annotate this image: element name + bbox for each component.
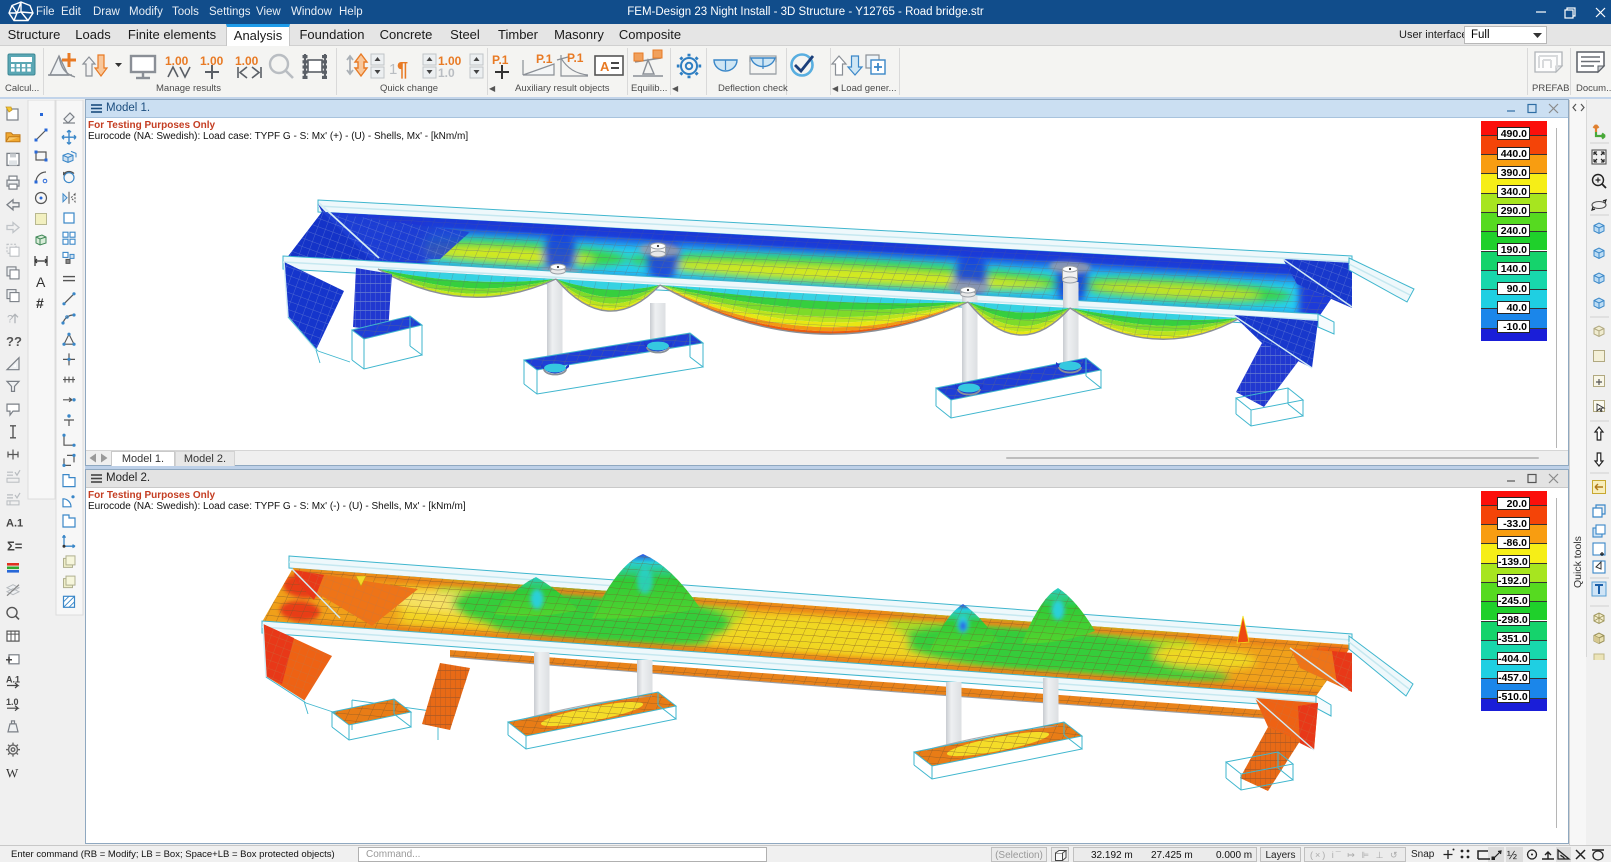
svg-text:P.1: P.1 <box>567 51 584 65</box>
svg-text:1.0: 1.0 <box>6 697 19 707</box>
svg-text:#: # <box>36 295 44 311</box>
svg-text:W: W <box>6 765 19 780</box>
svg-text:1.00: 1.00 <box>235 54 259 68</box>
svg-text:P.1: P.1 <box>536 52 553 66</box>
svg-text:A.1: A.1 <box>6 675 20 685</box>
svg-text:¶: ¶ <box>397 59 408 81</box>
svg-text:P.1: P.1 <box>492 53 509 67</box>
svg-text:1.00: 1.00 <box>165 54 189 68</box>
svg-text:A: A <box>600 59 610 74</box>
svg-text:?: ? <box>7 313 13 325</box>
svg-text:??: ?? <box>6 334 22 349</box>
svg-text:½: ½ <box>1507 848 1517 862</box>
svg-text:A: A <box>36 274 46 290</box>
svg-text:A.1: A.1 <box>6 518 23 530</box>
svg-text:Σ=: Σ= <box>7 538 23 553</box>
svg-text:1.0: 1.0 <box>438 66 455 80</box>
